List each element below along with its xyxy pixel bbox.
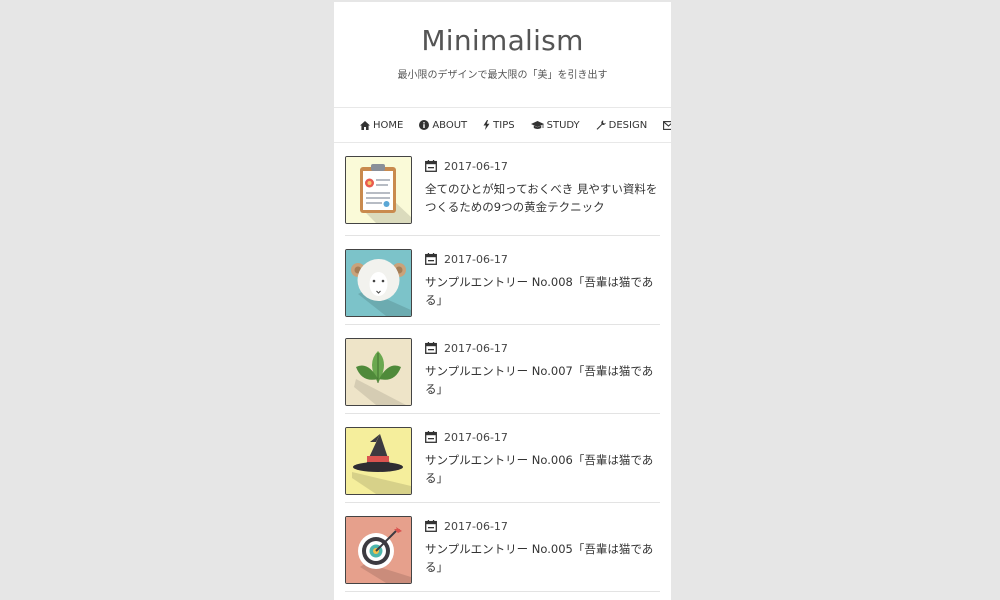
- entry-title[interactable]: サンプルエントリー No.006「吾輩は猫である」: [425, 451, 661, 487]
- nav-item-label: ABOUT: [432, 119, 468, 131]
- nav-item-home[interactable]: HOME: [360, 120, 403, 131]
- list-item[interactable]: 2017-06-17 全てのひとが知っておくべき 見やすい資料をつくるための9つ…: [345, 143, 660, 236]
- entry-date: 2017-06-17: [444, 519, 508, 533]
- graduation-cap-icon: [530, 120, 544, 129]
- entry-thumbnail[interactable]: [345, 156, 412, 224]
- entry-title[interactable]: サンプルエントリー No.008「吾輩は猫である」: [425, 273, 661, 309]
- entry-list: 2017-06-17 全てのひとが知っておくべき 見やすい資料をつくるための9つ…: [345, 143, 660, 592]
- entry-date: 2017-06-17: [444, 252, 508, 266]
- entry-thumbnail[interactable]: [345, 338, 412, 406]
- target-icon: [346, 517, 411, 583]
- list-item[interactable]: 2017-06-17 サンプルエントリー No.007「吾輩は猫である」: [345, 325, 660, 414]
- entry-thumbnail[interactable]: [345, 427, 412, 495]
- entry-title[interactable]: サンプルエントリー No.005「吾輩は猫である」: [425, 540, 661, 576]
- entry-date: 2017-06-17: [444, 430, 508, 444]
- home-icon: [360, 120, 370, 130]
- list-item[interactable]: 2017-06-17 サンプルエントリー No.005「吾輩は猫である」: [345, 503, 660, 592]
- nav-item-label: DESIGN: [608, 119, 648, 131]
- leaves-icon: [346, 339, 411, 405]
- witch-hat-icon: [346, 428, 411, 494]
- nav-item-tips[interactable]: TIPS: [483, 119, 515, 131]
- page: Minimalism 最小限のデザインで最大限の「美」を引き出す HOME AB…: [334, 2, 671, 600]
- site-header: Minimalism 最小限のデザインで最大限の「美」を引き出す: [334, 2, 671, 108]
- nav-item-label: STUDY: [546, 119, 580, 131]
- list-item[interactable]: 2017-06-17 サンプルエントリー No.006「吾輩は猫である」: [345, 414, 660, 503]
- nav-item-label: HOME: [373, 119, 404, 131]
- sheep-icon: [346, 250, 411, 316]
- bolt-icon: [483, 120, 490, 130]
- nav-item-about[interactable]: ABOUT: [419, 120, 467, 131]
- certificate-icon: [346, 157, 411, 223]
- entry-thumbnail[interactable]: [345, 249, 412, 317]
- nav-item-design[interactable]: DESIGN: [596, 119, 648, 131]
- entry-date: 2017-06-17: [444, 341, 508, 355]
- calendar-icon: [425, 431, 437, 443]
- calendar-icon: [425, 520, 437, 532]
- list-item[interactable]: 2017-06-17 サンプルエントリー No.008「吾輩は猫である」: [345, 236, 660, 325]
- entry-date: 2017-06-17: [444, 159, 508, 173]
- nav-item-study[interactable]: STUDY: [530, 119, 580, 131]
- entry-title[interactable]: 全てのひとが知っておくべき 見やすい資料をつくるための9つの黄金テクニック: [425, 180, 661, 216]
- entry-thumbnail[interactable]: [345, 516, 412, 584]
- info-circle-icon: [419, 120, 430, 130]
- nav-item-label: TIPS: [493, 119, 515, 131]
- entry-title[interactable]: サンプルエントリー No.007「吾輩は猫である」: [425, 362, 661, 398]
- site-tagline: 最小限のデザインで最大限の「美」を引き出す: [397, 70, 608, 81]
- wrench-icon: [596, 120, 606, 130]
- envelope-icon: [663, 120, 671, 130]
- calendar-icon: [425, 253, 437, 265]
- global-nav: HOME ABOUT TIPS STUDY DESIGN: [334, 108, 671, 143]
- calendar-icon: [425, 342, 437, 354]
- calendar-icon: [425, 160, 437, 172]
- nav-item-contact[interactable]: [663, 120, 671, 130]
- site-title[interactable]: Minimalism: [421, 24, 583, 57]
